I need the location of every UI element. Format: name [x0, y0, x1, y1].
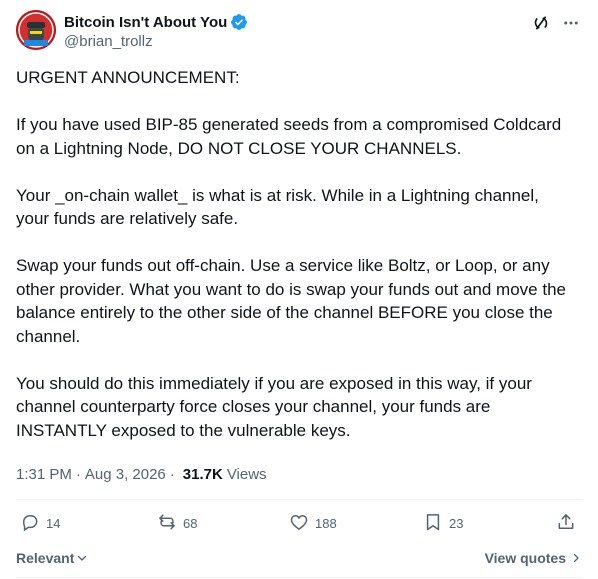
like-button[interactable]: 188 — [289, 512, 337, 535]
chevron-down-icon — [76, 552, 88, 564]
like-count: 188 — [315, 516, 337, 531]
heart-icon — [289, 512, 309, 535]
divider — [16, 577, 582, 578]
repost-button[interactable]: 68 — [157, 512, 197, 535]
post-paragraph: You should do this immediately if you ar… — [16, 373, 532, 440]
bookmark-button[interactable]: 23 — [423, 512, 463, 535]
author-name-row[interactable]: Bitcoin Isn't About You — [64, 13, 248, 31]
share-icon — [556, 512, 576, 535]
share-button[interactable] — [556, 512, 576, 535]
chevron-right-icon — [570, 552, 582, 564]
meta-separator: · — [169, 466, 175, 483]
post-paragraph: If you have used BIP-85 generated seeds … — [16, 115, 562, 158]
reply-button[interactable]: 14 — [20, 512, 60, 535]
reply-controls: Relevant View quotes — [16, 548, 582, 570]
reply-icon — [20, 512, 40, 535]
verified-badge-icon — [230, 13, 248, 31]
repost-icon — [157, 512, 177, 535]
grok-icon[interactable] — [530, 12, 552, 34]
post-text: URGENT ANNOUNCEMENT: If you have used BI… — [16, 66, 576, 466]
post-paragraph: URGENT ANNOUNCEMENT: — [16, 68, 240, 87]
action-bar: 14 68 188 23 — [16, 512, 582, 540]
divider — [16, 499, 582, 500]
post-paragraph: Swap your funds out off-chain. Use a ser… — [16, 256, 566, 346]
bookmark-count: 23 — [449, 516, 464, 531]
avatar-image — [16, 10, 56, 50]
author-display-name[interactable]: Bitcoin Isn't About You — [64, 14, 227, 31]
view-quotes-link[interactable]: View quotes — [485, 550, 582, 566]
views-label: Views — [226, 466, 267, 483]
post-header: Bitcoin Isn't About You @brian_trollz — [16, 10, 582, 54]
sort-label: Relevant — [16, 550, 75, 566]
reply-count: 14 — [46, 516, 61, 531]
repost-count: 68 — [183, 516, 198, 531]
meta-separator: · — [75, 466, 81, 483]
header-actions — [530, 12, 582, 34]
post-paragraph: Your _on-chain wallet_ is what is at ris… — [16, 185, 539, 229]
bookmark-icon — [423, 512, 443, 535]
views-count[interactable]: 31.7K — [183, 466, 223, 483]
post-time[interactable]: 1:31 PM — [16, 466, 72, 483]
sort-dropdown[interactable]: Relevant — [16, 550, 88, 566]
avatar[interactable] — [16, 10, 56, 50]
post-date[interactable]: Aug 3, 2026 — [85, 466, 166, 483]
more-icon[interactable] — [560, 12, 582, 34]
post-meta: 1:31 PM · Aug 3, 2026 · 31.7K Views — [16, 466, 267, 483]
author-handle[interactable]: @brian_trollz — [64, 33, 153, 50]
view-quotes-label: View quotes — [484, 550, 566, 566]
